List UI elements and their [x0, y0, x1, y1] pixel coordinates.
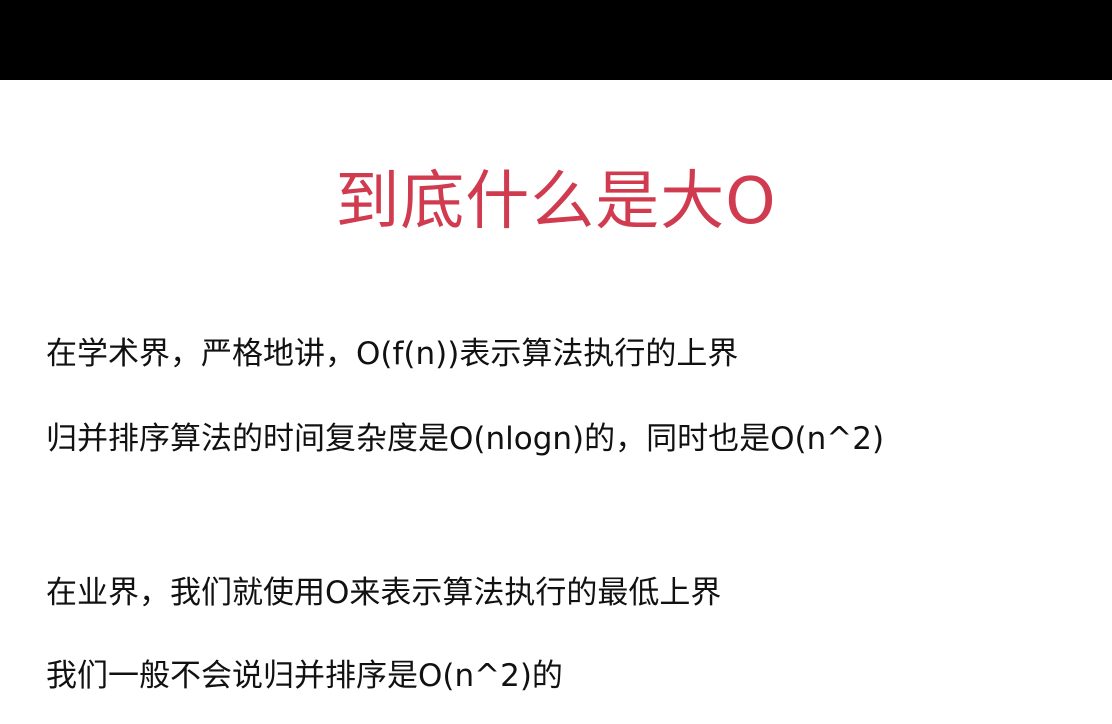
body-line-merge-sort-complexity: 归并排序算法的时间复杂度是O(nlogn)的，同时也是O(n^2) [46, 421, 885, 457]
slide-title: 到底什么是大O [335, 165, 777, 239]
top-black-bar [0, 0, 1112, 80]
body-line-industry-definition: 在业界，我们就使用O来表示算法执行的最低上界 [46, 575, 722, 611]
body-line-merge-sort-note: 我们一般不会说归并排序是O(n^2)的 [46, 658, 563, 694]
body-line-academic-definition: 在学术界，严格地讲，O(f(n))表示算法执行的上界 [46, 336, 739, 372]
